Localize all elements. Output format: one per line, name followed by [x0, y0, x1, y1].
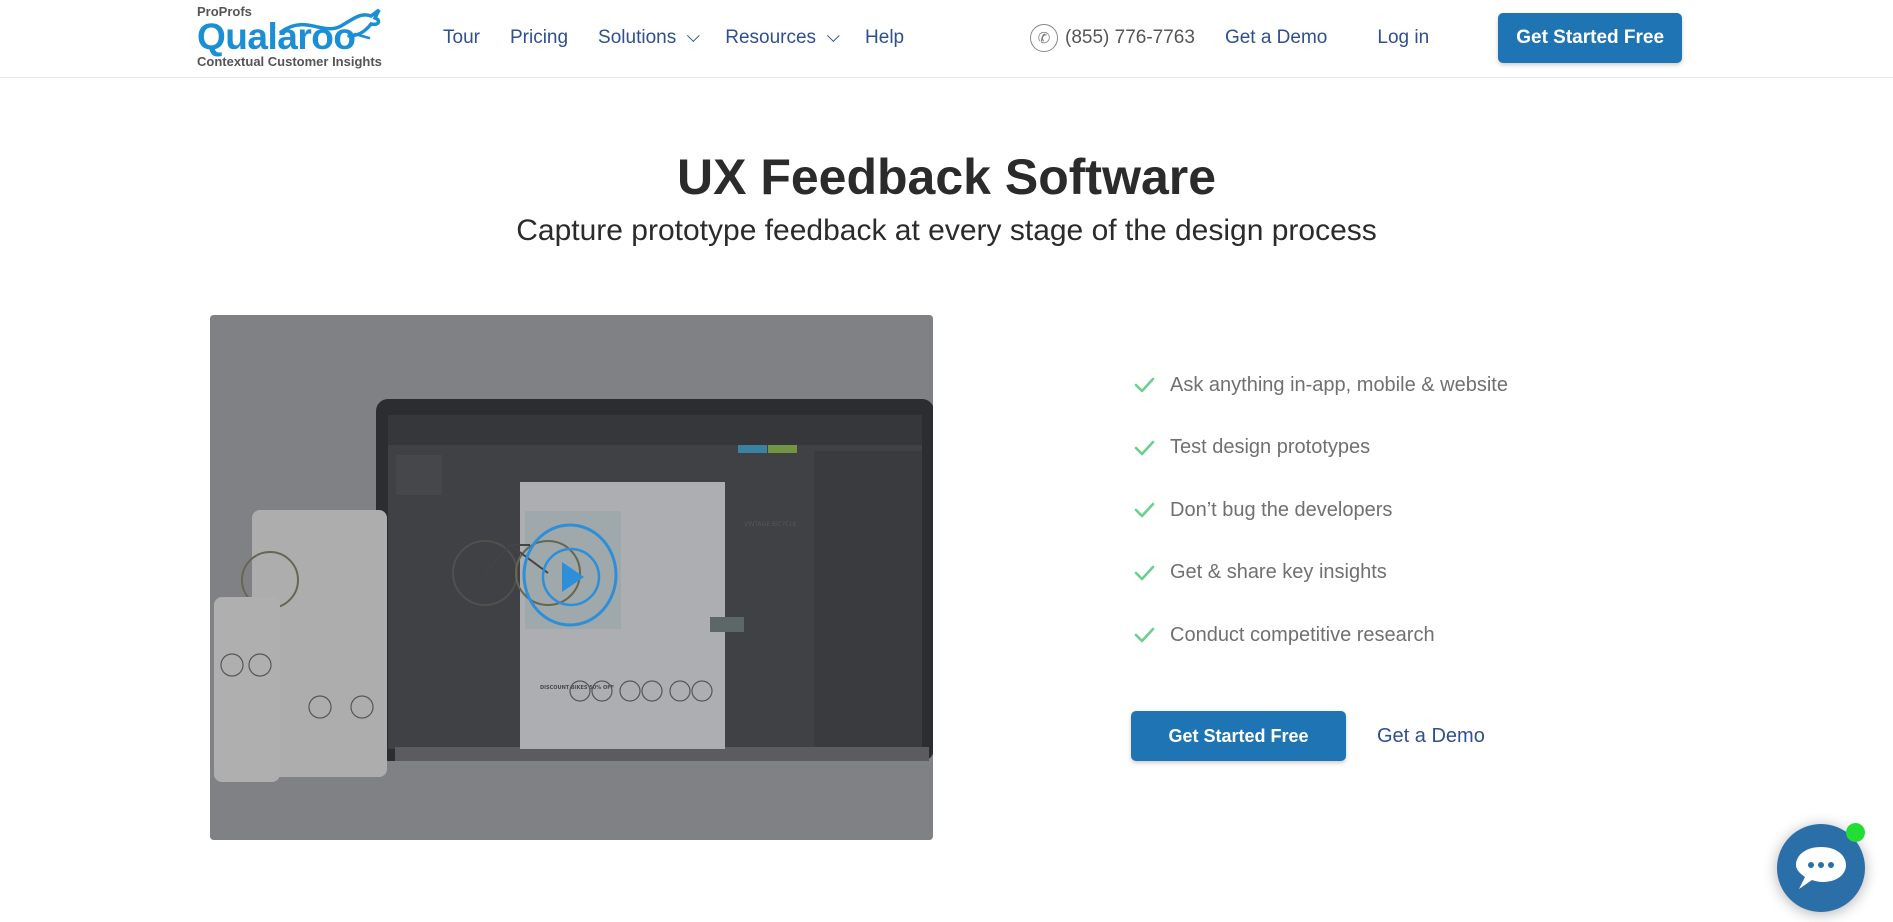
- kangaroo-icon: [279, 8, 381, 40]
- nav-resources-label: Resources: [725, 27, 817, 48]
- online-status-indicator: [1846, 823, 1865, 842]
- nav-pricing-label: Pricing: [509, 27, 569, 48]
- feature-text: Test design prototypes: [1170, 436, 1371, 458]
- chevron-down-icon: [687, 28, 700, 42]
- feature-list: Ask anything in-app, mobile & website Te…: [1133, 370, 1508, 683]
- nav-pricing[interactable]: Pricing: [510, 27, 568, 49]
- check-icon: [1134, 627, 1155, 643]
- header-actions: ✆ (855) 776-7763 Get a Demo Log in Get S…: [1030, 12, 1683, 64]
- feature-text: Don’t bug the developers: [1170, 498, 1393, 521]
- hero-cta-row: Get Started Free Get a Demo: [1131, 711, 1485, 761]
- nav-solutions[interactable]: Solutions: [598, 27, 700, 49]
- feature-item: Get & share key insights: [1133, 558, 1508, 588]
- qualaroo-logo[interactable]: ProProfs Qualaroo Contextual Customer In…: [197, 2, 387, 72]
- product-video-thumbnail[interactable]: VINTAGE BICYCLE DISCOUNT BIKES 50% OFF: [210, 315, 933, 840]
- phone-number: (855) 776-7763: [1065, 27, 1195, 48]
- device-mockup-illustration: VINTAGE BICYCLE DISCOUNT BIKES 50% OFF: [210, 315, 933, 840]
- phone-icon: ✆: [1030, 24, 1058, 52]
- nav-tour[interactable]: Tour: [443, 27, 480, 49]
- check-icon: [1134, 565, 1155, 580]
- nav-solutions-label: Solutions: [598, 27, 677, 48]
- check-icon: [1134, 502, 1155, 518]
- page-subtitle: Capture prototype feedback at every stag…: [516, 214, 1377, 247]
- feature-item: Ask anything in-app, mobile & website: [1133, 370, 1508, 400]
- nav-resources[interactable]: Resources: [725, 27, 840, 49]
- feature-text: Get & share key insights: [1170, 561, 1387, 583]
- feature-item: Don’t bug the developers: [1133, 495, 1508, 525]
- get-demo-link[interactable]: Get a Demo: [1377, 725, 1485, 748]
- logo-tagline: Contextual Customer Insights: [197, 54, 382, 69]
- feature-item: Conduct competitive research: [1133, 620, 1508, 650]
- main-nav: Tour Pricing Solutions Resources Help: [443, 24, 934, 52]
- page-title: UX Feedback Software: [676, 149, 1217, 205]
- nav-help-label: Help: [865, 27, 905, 48]
- feature-item: Test design prototypes: [1133, 433, 1508, 463]
- login-link[interactable]: Log in: [1377, 27, 1429, 49]
- nav-tour-label: Tour: [443, 27, 480, 48]
- chevron-down-icon: [827, 28, 840, 42]
- phone-link[interactable]: ✆ (855) 776-7763: [1030, 24, 1195, 52]
- feature-text: Ask anything in-app, mobile & website: [1170, 373, 1508, 396]
- check-icon: [1134, 377, 1155, 393]
- header-get-demo-link[interactable]: Get a Demo: [1225, 27, 1327, 49]
- nav-help[interactable]: Help: [865, 27, 904, 49]
- feature-text: Conduct competitive research: [1170, 623, 1435, 646]
- chat-bubble-icon: [1796, 847, 1846, 889]
- get-started-button[interactable]: Get Started Free: [1131, 711, 1346, 761]
- site-header: ProProfs Qualaroo Contextual Customer In…: [0, 0, 1893, 78]
- check-icon: [1134, 440, 1155, 455]
- header-get-started-button[interactable]: Get Started Free: [1498, 13, 1683, 63]
